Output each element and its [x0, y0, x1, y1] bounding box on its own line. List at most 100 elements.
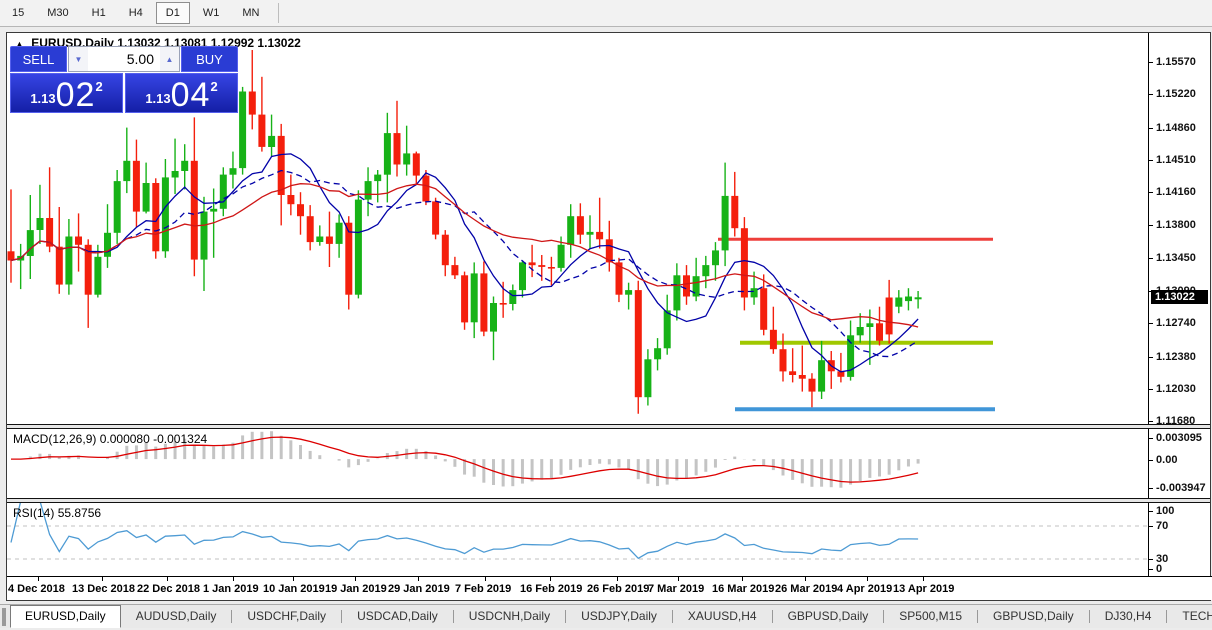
price-axis-label: 1.15570 — [1156, 56, 1196, 68]
date-axis-label: 1 Jan 2019 — [203, 583, 259, 595]
date-tick — [167, 577, 168, 581]
price-tick — [1149, 62, 1154, 63]
volume-spinner: ▼ 5.00 ▲ — [68, 46, 180, 72]
timeframe-toolbar: 15 M30 H1 H4 D1 W1 MN — [0, 0, 1212, 27]
date-axis-label: 19 Jan 2019 — [325, 583, 387, 595]
timeframe-button-d1[interactable]: D1 — [155, 2, 190, 24]
macd-label: MACD(12,26,9) — [13, 432, 97, 446]
date-axis-label: 16 Mar 2019 — [712, 583, 775, 595]
chart-tab-gbpusd-daily[interactable]: GBPUSD,Daily — [978, 605, 1089, 628]
chart-tab-eurusd-daily[interactable]: EURUSD,Daily — [10, 605, 121, 628]
macd-tick — [1149, 488, 1154, 489]
macd-tick — [1149, 438, 1154, 439]
timeframe-button-15[interactable]: 15 — [2, 2, 34, 24]
price-axis-label: 1.12380 — [1156, 351, 1196, 363]
volume-decrease-icon[interactable]: ▼ — [69, 47, 88, 71]
current-price-tag: 1.13022 — [1151, 290, 1209, 304]
chart-tab-usdchf-daily[interactable]: USDCHF,Daily — [232, 605, 341, 628]
date-tick — [617, 577, 618, 581]
one-click-trading-panel: SELL ▼ 5.00 ▲ BUY 1.13 02 2 1.13 04 2 — [10, 46, 238, 113]
date-axis: 4 Dec 2018 13 Dec 2018 22 Dec 2018 1 Jan 20… — [7, 576, 1212, 600]
date-axis-label: 7 Mar 2019 — [648, 583, 705, 595]
date-tick — [293, 577, 294, 581]
macd-axis-label: 0.00 — [1156, 454, 1178, 466]
macd-axis-label: -0.003947 — [1156, 482, 1206, 494]
chart-tab-dj30-h4[interactable]: DJ30,H4 — [1090, 605, 1167, 628]
price-plot-area[interactable]: ▲ EURUSD,Daily 1.13032 1.13081 1.12992 1… — [7, 33, 1150, 424]
rsi-tick — [1149, 526, 1154, 527]
price-panel: ▲ EURUSD,Daily 1.13032 1.13081 1.12992 1… — [7, 33, 1210, 427]
rsi-label: RSI(14) — [13, 506, 55, 520]
price-tick — [1149, 94, 1154, 95]
timeframe-button-h1[interactable]: H1 — [82, 2, 116, 24]
sell-button[interactable]: SELL — [10, 46, 67, 72]
sell-price-tile[interactable]: 1.13 02 2 — [10, 73, 123, 113]
rsi-tick — [1149, 511, 1154, 512]
sell-price-big: 02 — [55, 76, 96, 114]
rsi-panel: RSI(14) 55.8756 100 70 30 0 — [7, 503, 1210, 576]
price-tick — [1149, 421, 1154, 422]
date-tick — [102, 577, 103, 581]
rsi-plot-area[interactable]: RSI(14) 55.8756 — [7, 503, 1150, 576]
macd-panel: MACD(12,26,9) 0.000080 -0.001324 0.00309… — [7, 429, 1210, 498]
timeframe-button-mn[interactable]: MN — [232, 2, 269, 24]
timeframe-button-w1[interactable]: W1 — [193, 2, 230, 24]
chart-tab-tech100-h1[interactable]: TECH100,H1 — [1167, 605, 1212, 628]
price-axis-label: 1.11680 — [1156, 415, 1196, 427]
buy-button[interactable]: BUY — [181, 46, 238, 72]
price-tick — [1149, 323, 1154, 324]
chart-tab-xauusd-h4[interactable]: XAUUSD,H4 — [673, 605, 772, 628]
chart-tab-audusd-daily[interactable]: AUDUSD,Daily — [121, 605, 232, 628]
macd-axis-label: 0.003095 — [1156, 432, 1202, 444]
buy-price-prefix: 1.13 — [145, 91, 171, 106]
macd-plot-area[interactable]: MACD(12,26,9) 0.000080 -0.001324 — [7, 429, 1150, 498]
date-tick — [742, 577, 743, 581]
date-tick — [233, 577, 234, 581]
date-axis-label: 26 Feb 2019 — [587, 583, 650, 595]
price-axis-label: 1.15220 — [1156, 88, 1196, 100]
rsi-axis-label: 100 — [1156, 505, 1175, 517]
price-tick — [1149, 357, 1154, 358]
price-axis: 1.13022 1.15570 1.15220 1.14860 1.14510 1.14… — [1149, 33, 1210, 427]
price-axis-label: 1.14160 — [1156, 186, 1196, 198]
rsi-line — [10, 503, 919, 560]
buy-price-tile[interactable]: 1.13 04 2 — [125, 73, 238, 113]
macd-axis: 0.003095 0.00 -0.003947 — [1149, 429, 1210, 498]
tabs-holder: EURUSD,Daily AUDUSD,Daily USDCHF,Daily USDC… — [10, 605, 1212, 628]
chart-tab-sp500-m15[interactable]: SP500,M15 — [884, 605, 977, 628]
buy-price-sup: 2 — [210, 79, 218, 94]
toolbar-separator — [278, 3, 280, 23]
volume-input[interactable]: 5.00 — [88, 47, 160, 71]
timeframe-button-m30[interactable]: M30 — [37, 2, 78, 24]
volume-increase-icon[interactable]: ▲ — [160, 47, 179, 71]
timeframe-button-h4[interactable]: H4 — [119, 2, 153, 24]
price-tick — [1149, 258, 1154, 259]
sell-price-prefix: 1.13 — [30, 91, 56, 106]
date-tick — [550, 577, 551, 581]
price-tick — [1149, 389, 1154, 390]
price-axis-label: 1.13450 — [1156, 252, 1196, 264]
tabbar-grip-icon[interactable] — [2, 608, 6, 626]
price-axis-label: 1.12030 — [1156, 383, 1196, 395]
macd-title: MACD(12,26,9) 0.000080 -0.001324 — [13, 432, 207, 446]
chart-tab-usdcad-daily[interactable]: USDCAD,Daily — [342, 605, 453, 628]
sell-price-sup: 2 — [95, 79, 103, 94]
date-tick — [867, 577, 868, 581]
date-tick — [678, 577, 679, 581]
rsi-value: 55.8756 — [57, 506, 102, 520]
rsi-tick — [1149, 559, 1154, 560]
chart-tab-usdjpy-daily[interactable]: USDJPY,Daily — [566, 605, 672, 628]
rsi-axis-label: 0 — [1156, 563, 1163, 575]
macd-signal-value: -0.001324 — [153, 432, 208, 446]
price-axis-label: 1.14510 — [1156, 154, 1196, 166]
chart-tab-usdcnh-daily[interactable]: USDCNH,Daily — [454, 605, 565, 628]
date-axis-label: 29 Jan 2019 — [388, 583, 450, 595]
date-axis-label: 4 Apr 2019 — [837, 583, 893, 595]
trading-terminal: 15 M30 H1 H4 D1 W1 MN ▲ EURUSD,Daily 1.13032 1… — [0, 0, 1212, 630]
macd-tick — [1149, 460, 1154, 461]
chart-tab-gbpusd-daily[interactable]: GBPUSD,Daily — [773, 605, 884, 628]
chart-tab-bar: EURUSD,Daily AUDUSD,Daily USDCHF,Daily USDC… — [0, 604, 1212, 628]
chart-window: ▲ EURUSD,Daily 1.13032 1.13081 1.12992 1… — [6, 32, 1212, 601]
price-tick — [1149, 160, 1154, 161]
date-axis-label: 16 Feb 2019 — [520, 583, 583, 595]
